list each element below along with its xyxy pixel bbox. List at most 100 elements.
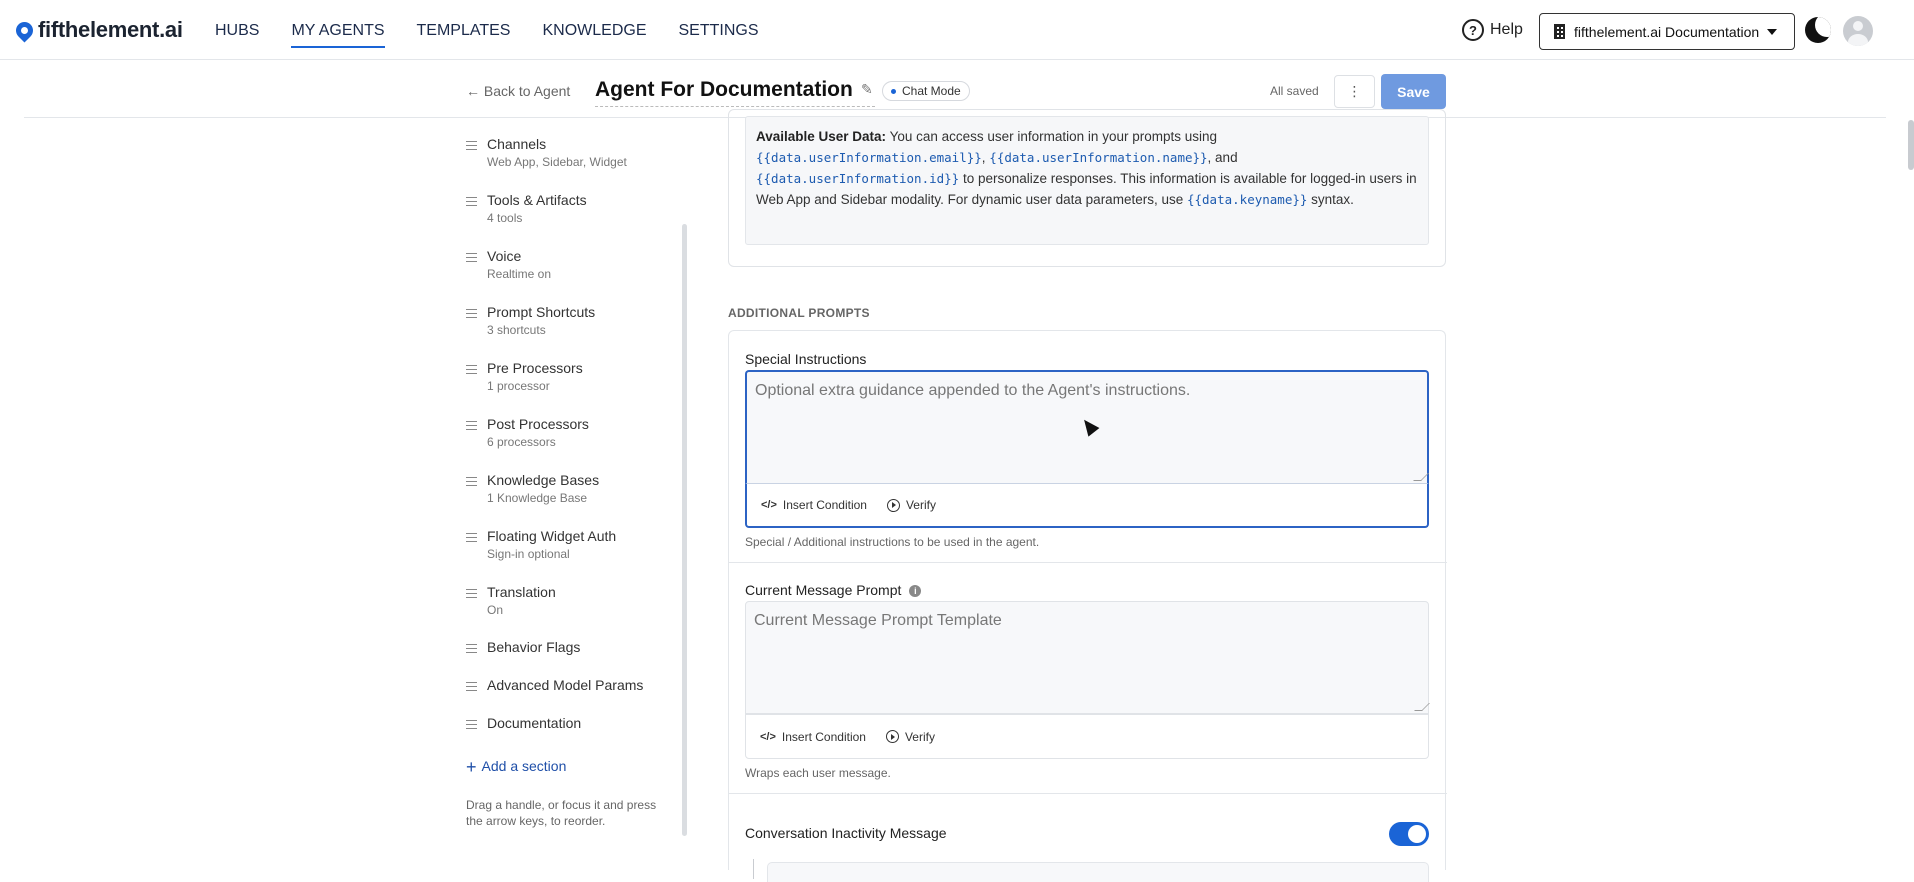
drag-handle-icon[interactable] (466, 644, 477, 656)
add-section-button[interactable]: + Add a section (466, 757, 566, 778)
plus-icon: + (466, 757, 477, 777)
play-circle-icon (885, 730, 899, 743)
special-instructions-label: Special Instructions (745, 351, 867, 367)
sidebar-item-sub: 4 tools (487, 211, 523, 225)
resize-handle-icon[interactable] (1414, 703, 1430, 711)
drag-handle-icon[interactable] (466, 365, 477, 393)
play-circle-icon (886, 498, 900, 512)
sidebar-item-documentation[interactable]: Documentation (466, 715, 581, 732)
nav-settings[interactable]: SETTINGS (678, 22, 758, 48)
brand-logo[interactable]: fifthelement.ai (12, 17, 183, 43)
user-data-info-card: Available User Data: You can access user… (728, 109, 1446, 267)
drag-handle-icon[interactable] (466, 682, 477, 694)
drag-handle-icon[interactable] (466, 720, 477, 732)
drag-handle-icon[interactable] (466, 477, 477, 505)
user-avatar[interactable] (1843, 16, 1873, 46)
sidebar-item-behavior-flags[interactable]: Behavior Flags (466, 639, 580, 656)
drag-handle-icon[interactable] (466, 589, 477, 617)
sidebar-item-sub: Web App, Sidebar, Widget (487, 155, 627, 169)
code-email: {{data.userInformation.email}} (756, 150, 982, 165)
agent-title[interactable]: Agent For Documentation (595, 78, 875, 107)
code-name: {{data.userInformation.name}} (989, 150, 1208, 165)
sidebar-item-knowledge-bases[interactable]: Knowledge Bases 1 Knowledge Base (466, 472, 599, 505)
current-message-prompt-textarea[interactable]: Current Message Prompt Template (745, 601, 1430, 714)
current-message-prompt-placeholder: Current Message Prompt Template (754, 612, 1002, 629)
inactivity-message-label: Conversation Inactivity Message (745, 825, 947, 841)
sidebar-item-sub: 1 processor (487, 379, 550, 393)
main-nav: HUBS MY AGENTS TEMPLATES KNOWLEDGE SETTI… (215, 22, 791, 48)
top-nav: fifthelement.ai HUBS MY AGENTS TEMPLATES… (0, 0, 1914, 60)
info-sep: , and (1207, 150, 1238, 165)
sidebar-item-sub: 1 Knowledge Base (487, 491, 588, 505)
sidebar-item-label: Translation (487, 584, 556, 600)
verify-button[interactable]: Verify (885, 729, 935, 744)
sidebar-item-sub: 6 processors (487, 435, 556, 449)
sidebar-item-label: Channels (487, 136, 547, 152)
sidebar-item-translation[interactable]: Translation On (466, 584, 556, 617)
insert-condition-label: Insert Condition (782, 498, 867, 512)
drag-handle-icon[interactable] (466, 253, 477, 281)
logo-pin-icon (12, 17, 37, 43)
help-link[interactable]: ? Help (1462, 19, 1523, 41)
building-icon (1554, 24, 1565, 39)
additional-prompts-panel: Special Instructions Optional extra guid… (728, 330, 1447, 882)
sidebar-item-label: Tools & Artifacts (487, 192, 587, 208)
drag-handle-icon[interactable] (466, 309, 477, 337)
sidebar-item-sub: Realtime on (487, 267, 552, 281)
special-instructions-hint: Special / Additional instructions to be … (745, 535, 1040, 549)
sidebar-item-pre-processors[interactable]: Pre Processors 1 processor (466, 360, 583, 393)
pencil-icon[interactable]: ✎ (861, 81, 873, 98)
insert-condition-button[interactable]: </> Insert Condition (761, 498, 867, 512)
special-instructions-placeholder: Optional extra guidance appended to the … (755, 382, 1191, 399)
theme-toggle-moon-icon[interactable] (1805, 17, 1831, 43)
drag-handle-icon[interactable] (466, 141, 477, 169)
sidebar-item-voice[interactable]: Voice Realtime on (466, 248, 551, 281)
additional-prompts-title: ADDITIONAL PROMPTS (728, 306, 870, 320)
nav-hubs[interactable]: HUBS (215, 22, 259, 48)
info-icon[interactable]: i (909, 585, 922, 597)
sidebar-item-post-processors[interactable]: Post Processors 6 processors (466, 416, 589, 449)
page-scrollbar[interactable] (1908, 120, 1914, 170)
divider (729, 562, 1447, 563)
nav-my-agents[interactable]: MY AGENTS (291, 22, 385, 48)
inactivity-message-subpanel (767, 862, 1429, 882)
nav-templates[interactable]: TEMPLATES (417, 22, 511, 48)
sidebar-item-channels[interactable]: Channels Web App, Sidebar, Widget (466, 136, 627, 169)
nav-knowledge[interactable]: KNOWLEDGE (542, 22, 646, 48)
info-heading: Available User Data: (756, 129, 887, 144)
sidebar-item-label: Knowledge Bases (487, 472, 600, 488)
sidebar-item-label: Floating Widget Auth (487, 528, 617, 544)
mode-chip: Chat Mode (882, 81, 970, 101)
inactivity-message-toggle[interactable] (1389, 822, 1429, 846)
sidebar-item-prompt-shortcuts[interactable]: Prompt Shortcuts 3 shortcuts (466, 304, 595, 337)
current-message-prompt-label: Current Message Prompt i (745, 582, 922, 598)
sidebar-item-floating-widget-auth[interactable]: Floating Widget Auth Sign-in optional (466, 528, 616, 561)
more-options-button[interactable]: ⋮ (1334, 75, 1375, 108)
drag-handle-icon[interactable] (466, 533, 477, 561)
sidebar-item-label: Advanced Model Params (487, 677, 644, 693)
sidebar-item-advanced-model-params[interactable]: Advanced Model Params (466, 677, 643, 694)
save-button[interactable]: Save (1381, 74, 1446, 109)
drag-handle-icon[interactable] (466, 197, 477, 225)
question-circle-icon: ? (1462, 19, 1484, 41)
sidebar-item-label: Post Processors (487, 416, 589, 432)
sidebar-scrollbar[interactable] (682, 224, 687, 836)
divider (729, 793, 1447, 794)
sidebar-item-label: Pre Processors (487, 360, 583, 376)
sidebar-item-tools[interactable]: Tools & Artifacts 4 tools (466, 192, 587, 225)
resize-handle-icon[interactable] (1413, 473, 1429, 481)
info-text: You can access user information in your … (886, 129, 1217, 144)
verify-label: Verify (904, 729, 935, 744)
add-section-label: Add a section (481, 758, 567, 774)
sidebar-item-sub: 3 shortcuts (487, 323, 546, 337)
insert-condition-button[interactable]: </> Insert Condition (760, 730, 866, 744)
dot-icon (891, 88, 896, 94)
org-selector[interactable]: fifthelement.ai Documentation (1539, 13, 1795, 50)
drag-handle-icon[interactable] (466, 421, 477, 449)
verify-button[interactable]: Verify (886, 498, 936, 512)
nested-indent-line (753, 859, 754, 879)
sidebar-item-sub: On (487, 603, 504, 617)
save-status: All saved (1270, 84, 1319, 98)
special-instructions-toolbar: </> Insert Condition Verify (745, 483, 1429, 528)
back-to-agent-link[interactable]: ← Back to Agent (466, 83, 570, 99)
